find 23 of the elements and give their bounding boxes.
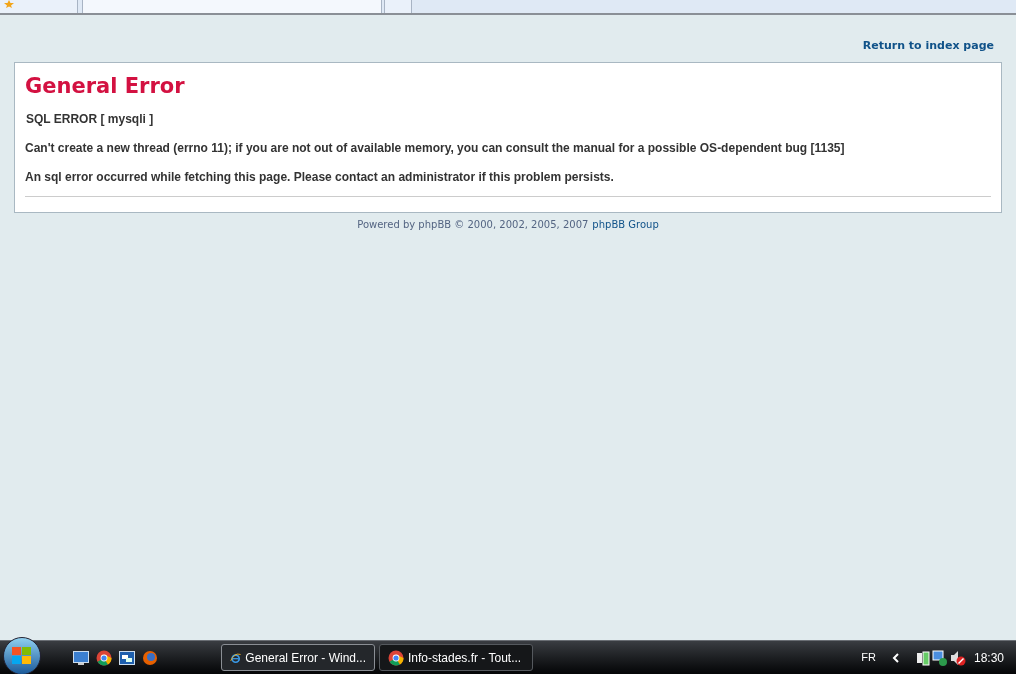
muted-speaker-icon[interactable] bbox=[949, 649, 966, 666]
browser-icon bbox=[388, 649, 404, 666]
windows-logo-icon bbox=[12, 646, 32, 665]
star-icon bbox=[4, 0, 14, 8]
footer-text: Powered by phpBB © 2000, 2002, 2005, 2007 bbox=[357, 217, 589, 232]
error-message: An sql error occurred while fetching this page. Please contact an administrator if this problem persists. bbox=[25, 169, 615, 185]
browser-icon bbox=[96, 649, 112, 666]
language-indicator[interactable]: FR bbox=[861, 649, 876, 666]
fox-browser-icon[interactable] bbox=[142, 649, 158, 666]
footer-link[interactable]: phpBB Group bbox=[592, 216, 659, 232]
error-message: SQL ERROR [ mysqli ] bbox=[25, 111, 155, 127]
start-button[interactable] bbox=[3, 636, 41, 674]
desktop-icon[interactable] bbox=[73, 650, 89, 665]
chevron-left-icon[interactable] bbox=[891, 652, 900, 663]
taskbar-window-button[interactable]: Info-stades.fr - Tout... bbox=[379, 644, 533, 671]
window-switch-icon[interactable] bbox=[119, 650, 135, 665]
error-title: General Error bbox=[25, 72, 186, 99]
error-message: Can't create a new thread (errno 11); if you are not out of available memory, you can consult the manual for a possible OS-dependent bug [1135] bbox=[25, 140, 846, 156]
return-link[interactable]: Return to index page bbox=[862, 38, 994, 55]
network-icon[interactable] bbox=[931, 649, 948, 666]
taskbar-window-button[interactable]: General Error - Wind... bbox=[221, 644, 375, 671]
power-plug-icon[interactable] bbox=[915, 649, 930, 666]
clock: 18:30 bbox=[973, 649, 1004, 667]
